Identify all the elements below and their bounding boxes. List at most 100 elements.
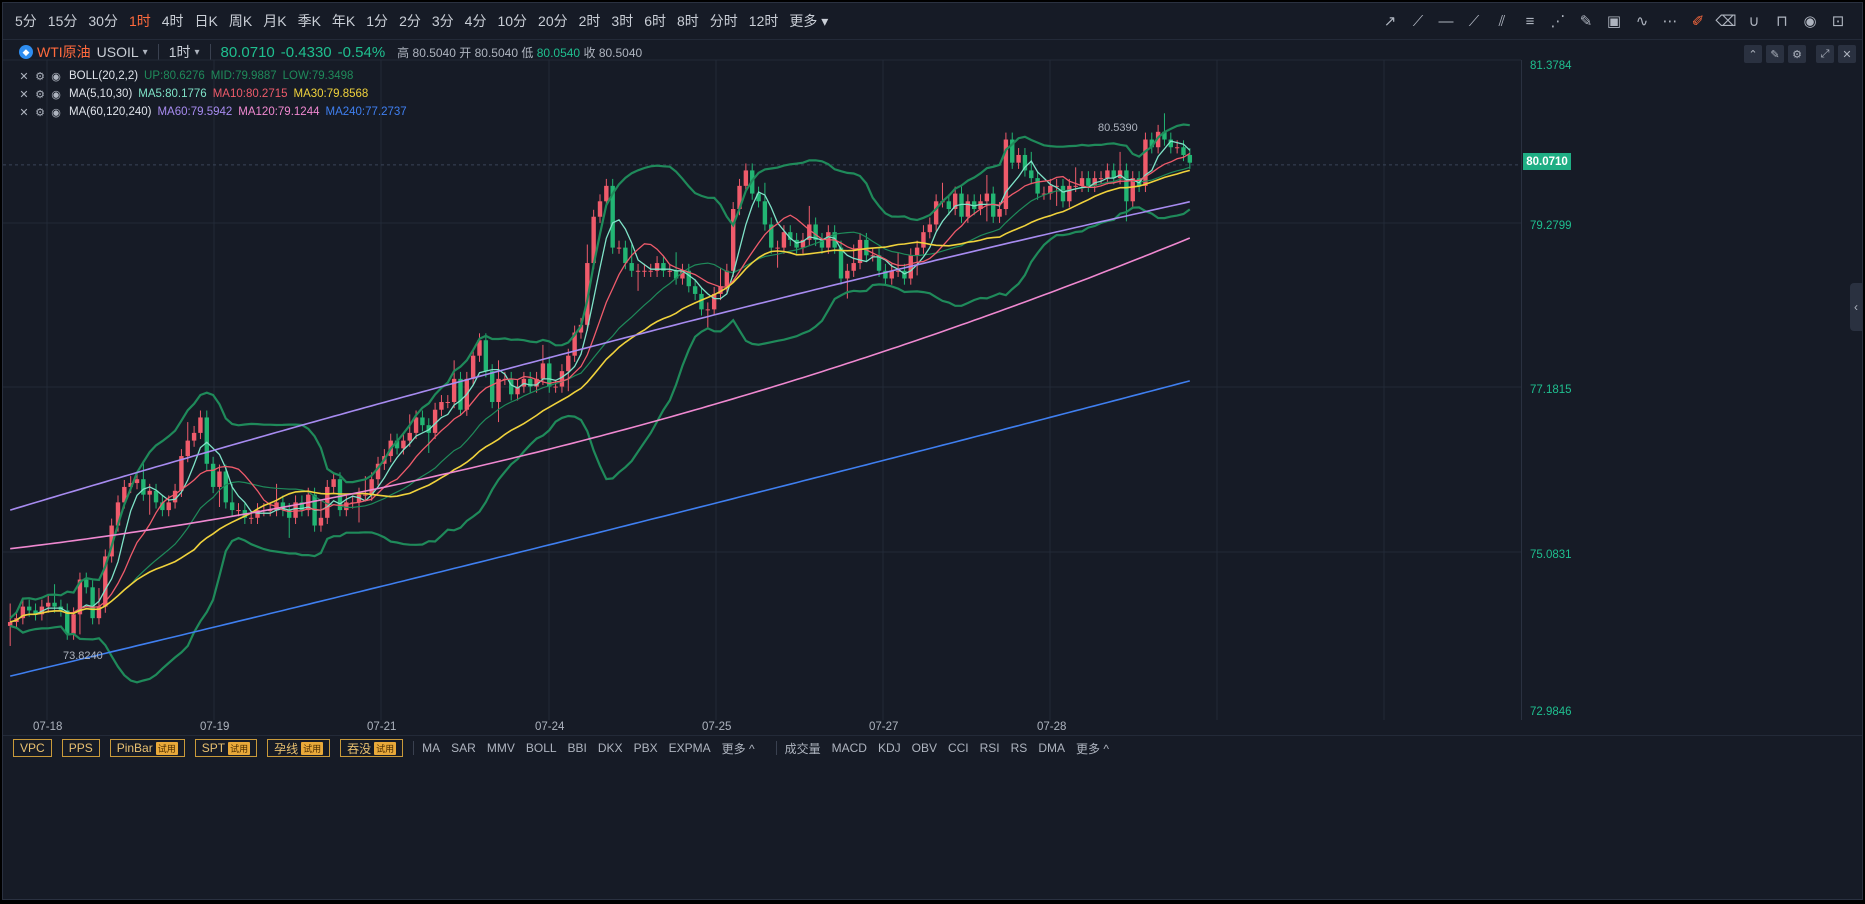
pattern-tool-label: PinBar (116, 741, 153, 755)
ma5-value: MA5:80.1776 (138, 88, 207, 100)
main-indicator-6[interactable]: PBX (634, 741, 658, 755)
pattern-tool-1[interactable]: PPS (61, 739, 100, 757)
candle-body (52, 602, 57, 607)
close-icon[interactable]: ✕ (17, 87, 31, 101)
main-indicator-3[interactable]: BOLL (526, 741, 557, 755)
candle-body (902, 270, 907, 279)
sub-indicator-5[interactable]: RSI (980, 741, 1000, 755)
candle-body (1174, 147, 1180, 149)
candle-body (724, 270, 730, 287)
eye-icon[interactable]: ◉ (49, 105, 63, 119)
sub-indicator-7[interactable]: DMA (1038, 741, 1065, 755)
divider (775, 741, 777, 755)
x-tick-label: 07-19 (200, 721, 230, 733)
candle-body (604, 185, 609, 202)
candle-body (692, 286, 698, 294)
pattern-tool-0[interactable]: VPC (13, 739, 52, 757)
candle-body (204, 417, 209, 464)
min-price-annotation: 73.8240 (63, 650, 103, 662)
legend-ma-long: ✕ ⚙ ◉ MA(60,120,240) MA60:79.5942 MA120:… (17, 103, 413, 121)
candle-body (401, 440, 406, 449)
y-tick-label: 81.3784 (1530, 60, 1572, 72)
pattern-tool-2[interactable]: PinBar 试用 (109, 739, 185, 757)
candle-body (870, 255, 875, 257)
trial-badge: 试用 (301, 741, 324, 755)
ma240-value: MA240:77.2737 (325, 106, 407, 118)
sub-indicator-2[interactable]: KDJ (878, 741, 901, 755)
candle-body (629, 263, 634, 271)
sub-indicator-8[interactable]: 更多 ^ (1076, 740, 1109, 757)
candle-body (191, 432, 197, 441)
candle-body (997, 209, 1002, 217)
candle-body (566, 355, 571, 372)
pattern-tool-label: VPC (20, 741, 45, 755)
candle-body (331, 479, 336, 487)
candle-body (198, 417, 203, 433)
candle-body (26, 606, 32, 611)
boll-up-value: UP:80.6276 (144, 70, 205, 82)
candle-body (134, 479, 140, 484)
candle-body (318, 517, 324, 526)
main-indicator-7[interactable]: EXPMA (669, 741, 711, 755)
x-tick-label: 07-18 (33, 721, 63, 733)
pattern-tool-4[interactable]: 孕线 试用 (267, 739, 331, 757)
max-price-annotation: 80.5390 (1098, 122, 1138, 134)
ma60-value: MA60:79.5942 (157, 106, 233, 118)
y-tick-label: 75.0831 (1530, 549, 1572, 561)
sub-indicator-1[interactable]: MACD (832, 741, 867, 755)
candle-body (838, 247, 844, 279)
candle-body (845, 270, 850, 279)
sub-indicator-3[interactable]: OBV (912, 741, 937, 755)
sub-indicator-6[interactable]: RS (1011, 741, 1028, 755)
main-indicator-2[interactable]: MMV (487, 741, 515, 755)
candle-body (229, 502, 235, 511)
indicator-legends: ✕ ⚙ ◉ BOLL(20,2,2) UP:80.6276 MID:79.988… (17, 67, 413, 121)
y-tick-label: 79.2799 (1530, 220, 1572, 232)
main-indicator-4[interactable]: BBI (568, 741, 587, 755)
settings-icon[interactable]: ⚙ (33, 87, 47, 101)
collapse-panel-icon[interactable]: ‹ (1850, 283, 1862, 331)
x-tick-label: 07-28 (1037, 721, 1067, 733)
x-tick-label: 07-27 (869, 721, 899, 733)
candle-body (559, 371, 565, 387)
candle-body (1105, 170, 1110, 179)
candle-body (1067, 185, 1072, 202)
settings-icon[interactable]: ⚙ (33, 105, 47, 119)
candle-body (458, 378, 463, 410)
candle-body (363, 494, 368, 496)
eye-icon[interactable]: ◉ (49, 69, 63, 83)
main-indicator-0[interactable]: MA (422, 741, 440, 755)
candle-body (1073, 185, 1078, 187)
divider (413, 741, 415, 755)
main-indicator-5[interactable]: DKX (598, 741, 623, 755)
candle-body (344, 502, 349, 511)
pattern-tool-5[interactable]: 吞没 试用 (340, 739, 404, 757)
sub-indicator-0[interactable]: 成交量 (785, 740, 821, 757)
main-indicator-1[interactable]: SAR (451, 741, 476, 755)
pattern-tool-label: 吞没 (347, 741, 372, 756)
sub-indicator-4[interactable]: CCI (948, 741, 969, 755)
legend-boll: ✕ ⚙ ◉ BOLL(20,2,2) UP:80.6276 MID:79.988… (17, 67, 413, 85)
close-icon[interactable]: ✕ (17, 69, 31, 83)
candle-body (864, 239, 869, 256)
eye-icon[interactable]: ◉ (49, 87, 63, 101)
pattern-tool-3[interactable]: SPT 试用 (194, 739, 258, 757)
x-tick-label: 07-25 (702, 721, 732, 733)
candle-body (927, 224, 932, 233)
trial-badge: 试用 (228, 741, 251, 755)
candle-body (1086, 178, 1091, 186)
trading-chart-window: 5分 15分 30分 1时 4时 日K 周K 月K 季K 年K 1分 2分 3分 4分 10分 20分 2时 3时… (2, 2, 1863, 900)
candle-body (153, 490, 159, 503)
candle-body (217, 471, 222, 487)
indicator-bar: VPC PPS PinBar 试用 SPT 试用 孕线 试用 吞没 试用 MA SAR MMV BOLL B… (3, 735, 1862, 760)
candle-body (489, 371, 495, 403)
pattern-tool-label: PPS (68, 741, 93, 755)
candle-body (483, 340, 489, 372)
main-indicator-8[interactable]: 更多 ^ (722, 740, 755, 757)
candle-body (946, 201, 952, 210)
candle-body (185, 440, 190, 457)
close-icon[interactable]: ✕ (17, 105, 31, 119)
settings-icon[interactable]: ⚙ (33, 69, 47, 83)
ma10-value: MA10:80.2715 (212, 88, 288, 100)
candle-body (914, 247, 920, 256)
